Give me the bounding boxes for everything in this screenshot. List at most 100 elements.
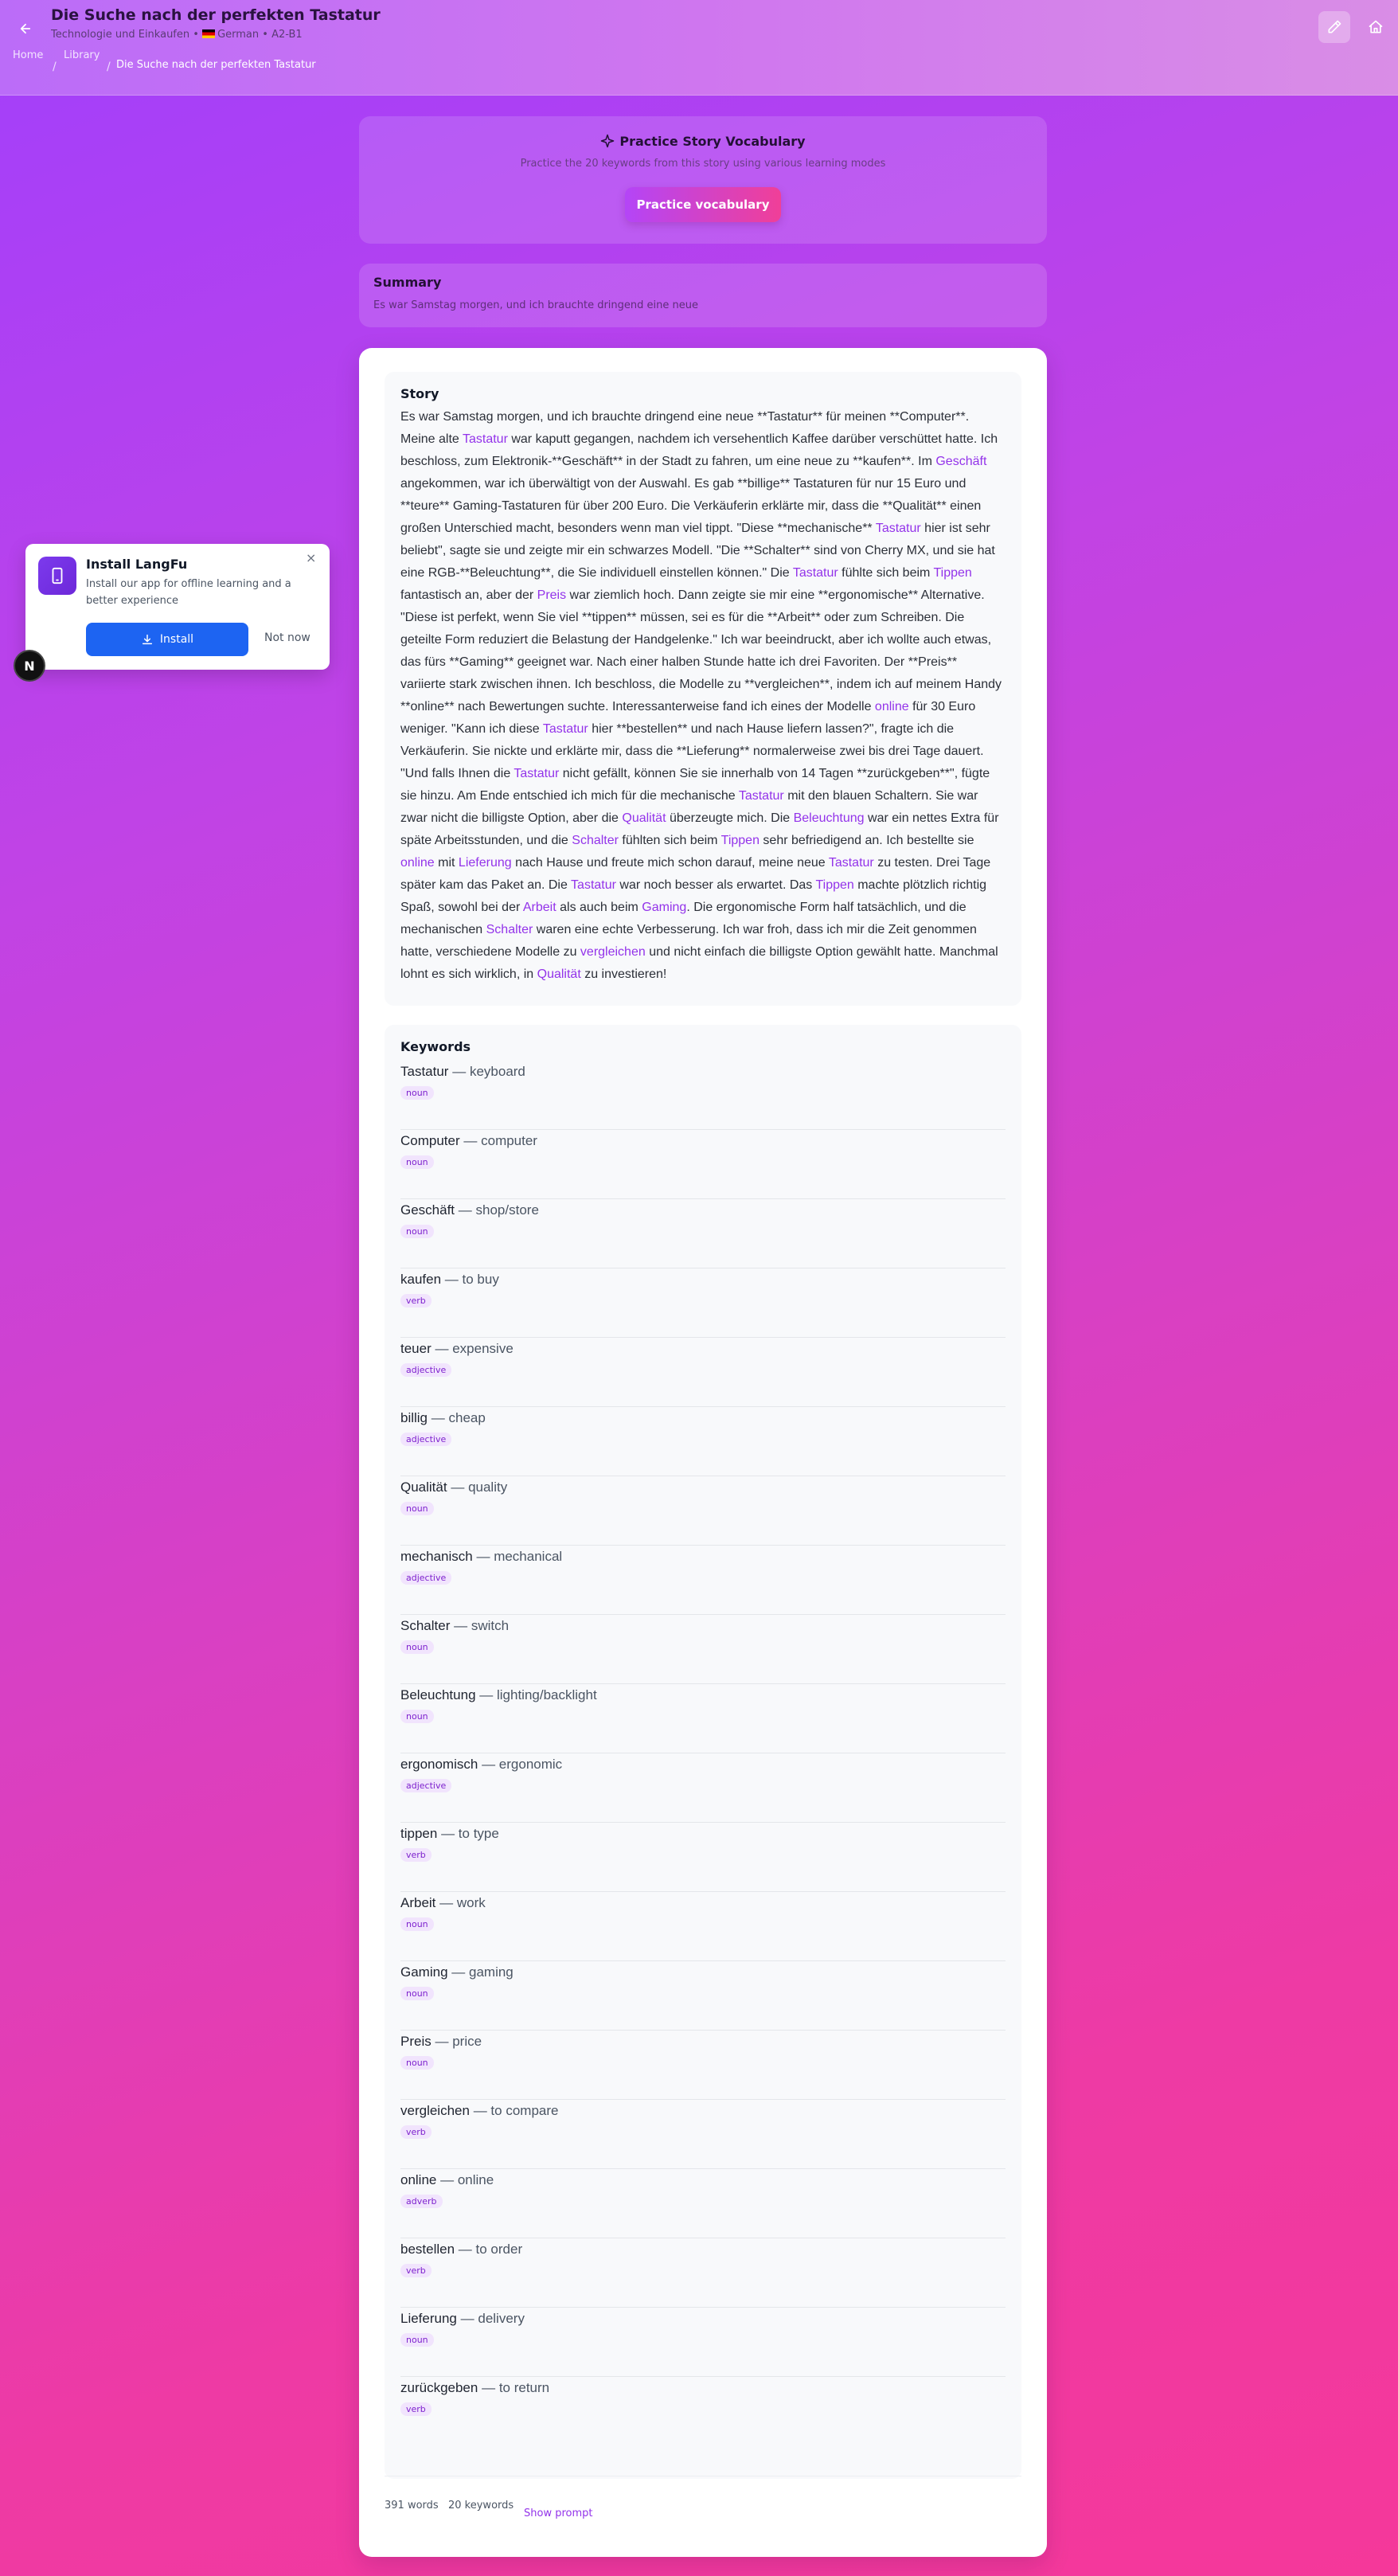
keyword-dash: — — [452, 1064, 467, 1079]
close-icon[interactable]: × — [306, 550, 316, 565]
keyword-line: mechanisch — mechanical — [400, 1549, 1006, 1565]
story-keyword[interactable]: Tastatur — [463, 432, 508, 446]
keyword-word: Tastatur — [400, 1064, 449, 1079]
keyword-dash: — — [458, 2242, 472, 2257]
story-keyword[interactable]: Gaming — [642, 901, 686, 914]
keyword-word: kaufen — [400, 1272, 442, 1287]
keyword-dash: — — [451, 1964, 466, 1980]
keyword-dash: — — [473, 2103, 487, 2118]
story-keyword[interactable]: Schalter — [486, 923, 533, 936]
keyword-item: Preis — price noun — [400, 2031, 1006, 2100]
story-keyword[interactable]: Lieferung — [459, 856, 512, 870]
part-of-speech-badge: adverb — [400, 2195, 443, 2208]
story-keyword[interactable]: Tastatur — [829, 856, 874, 870]
story-keyword[interactable]: Tastatur — [739, 789, 784, 803]
keyword-dash: — — [435, 2034, 449, 2049]
story-keyword[interactable]: Geschäft — [935, 455, 986, 468]
part-of-speech-badge: noun — [400, 1987, 434, 2000]
keyword-line: Gaming — gaming — [400, 1964, 1006, 1980]
keyword-word: online — [400, 2172, 437, 2187]
keyword-line: kaufen — to buy — [400, 1272, 1006, 1288]
keyword-dash: — — [431, 1410, 445, 1425]
story-keyword[interactable]: Tippen — [934, 566, 972, 580]
story-keyword[interactable]: Tastatur — [876, 522, 921, 535]
breadcrumb-home[interactable]: Home — [13, 49, 43, 61]
story-segment: zu investieren! — [580, 967, 667, 981]
keyword-word: Qualität — [400, 1480, 447, 1495]
keyword-line: Lieferung — delivery — [400, 2311, 1006, 2327]
keyword-translation: gaming — [469, 1964, 514, 1980]
keyword-translation: to return — [498, 2380, 550, 2395]
keyword-translation: price — [452, 2034, 482, 2049]
keyword-item: bestellen — to order verb — [400, 2238, 1006, 2308]
word-count: 391 words — [385, 2500, 439, 2512]
story-keyword[interactable]: online — [400, 856, 435, 870]
keyword-translation: mechanical — [494, 1549, 563, 1564]
story-keyword[interactable]: online — [875, 700, 909, 713]
keyword-count: 20 keywords — [448, 2500, 514, 2512]
back-button[interactable] — [13, 16, 38, 41]
keyword-word: Geschäft — [400, 1202, 455, 1218]
story-keyword[interactable]: Tastatur — [543, 722, 588, 736]
keyword-list: Tastatur — keyboard noun Computer — comput… — [400, 1061, 1006, 2446]
keyword-line: Computer — computer — [400, 1133, 1006, 1149]
dev-indicator-badge[interactable]: N — [14, 650, 45, 682]
keyword-word: Beleuchtung — [400, 1687, 476, 1702]
keyword-dash: — — [435, 1341, 449, 1356]
keyword-dash: — — [440, 2172, 455, 2187]
keyword-translation: to buy — [462, 1272, 499, 1287]
part-of-speech-badge: verb — [400, 1848, 432, 1862]
keyword-line: teuer — expensive — [400, 1341, 1006, 1357]
show-prompt-link[interactable]: Show prompt — [524, 2508, 593, 2519]
story-keyword[interactable]: Arbeit — [523, 901, 556, 914]
edit-button[interactable] — [1318, 11, 1350, 43]
story-keyword[interactable]: Tippen — [721, 834, 760, 847]
keyword-word: tippen — [400, 1826, 438, 1841]
story-segment: sehr befriedigend an. Ich bestellte sie — [759, 834, 974, 847]
keyword-line: ergonomisch — ergonomic — [400, 1757, 1006, 1773]
keywords-title: Keywords — [400, 1039, 471, 1054]
breadcrumb-library[interactable]: Library — [64, 49, 100, 61]
story-keyword[interactable]: vergleichen — [580, 945, 646, 959]
practice-vocabulary-button[interactable]: Practice vocabulary — [625, 187, 781, 222]
keyword-item: vergleichen — to compare verb — [400, 2100, 1006, 2169]
sparkle-icon — [600, 134, 615, 151]
story-keyword[interactable]: Preis — [537, 588, 566, 602]
keyword-word: vergleichen — [400, 2103, 470, 2118]
part-of-speech-badge: verb — [400, 2402, 432, 2416]
keyword-line: Beleuchtung — lighting/backlight — [400, 1687, 1006, 1703]
keyword-dash: — — [482, 1757, 496, 1772]
not-now-button[interactable]: Not now — [264, 631, 310, 644]
keyword-word: billig — [400, 1410, 428, 1425]
story-segment: fühlte sich beim — [838, 566, 934, 580]
keyword-translation: ergonomic — [498, 1757, 563, 1772]
install-description: Install our app for offline learning and… — [86, 578, 291, 607]
story-keyword[interactable]: Tastatur — [571, 878, 616, 892]
story-keyword[interactable]: Beleuchtung — [794, 811, 865, 825]
keyword-translation: shop/store — [475, 1202, 539, 1218]
install-title: Install LangFu — [86, 557, 188, 572]
story-segment: als auch beim — [556, 901, 642, 914]
keyword-line: Schalter — switch — [400, 1618, 1006, 1634]
part-of-speech-badge: noun — [400, 1917, 434, 1931]
story-keyword[interactable]: Tastatur — [793, 566, 838, 580]
story-keyword[interactable]: Qualität — [622, 811, 666, 825]
install-button[interactable]: Install — [86, 623, 248, 656]
story-keyword[interactable]: Tastatur — [514, 767, 559, 780]
keyword-word: zurückgeben — [400, 2380, 478, 2395]
keyword-dash: — — [482, 2380, 496, 2395]
story-text: Es war Samstag morgen, und ich brauchte … — [400, 406, 1006, 986]
keyword-word: mechanisch — [400, 1549, 473, 1564]
home-button[interactable] — [1360, 11, 1392, 43]
keyword-translation: to type — [458, 1826, 499, 1841]
keyword-dash: — — [458, 1202, 472, 1218]
practice-title: Practice Story Vocabulary — [359, 134, 1047, 151]
keyword-item: Arbeit — work noun — [400, 1892, 1006, 1961]
story-keyword[interactable]: Schalter — [572, 834, 619, 847]
practice-card: Practice Story Vocabulary Practice the 2… — [359, 116, 1047, 244]
story-keyword[interactable]: Tippen — [815, 878, 853, 892]
pencil-icon — [1328, 20, 1341, 33]
breadcrumb-current: Die Suche nach der perfekten Tastatur — [116, 59, 316, 71]
part-of-speech-badge: adjective — [400, 1779, 452, 1792]
story-keyword[interactable]: Qualität — [537, 967, 581, 981]
